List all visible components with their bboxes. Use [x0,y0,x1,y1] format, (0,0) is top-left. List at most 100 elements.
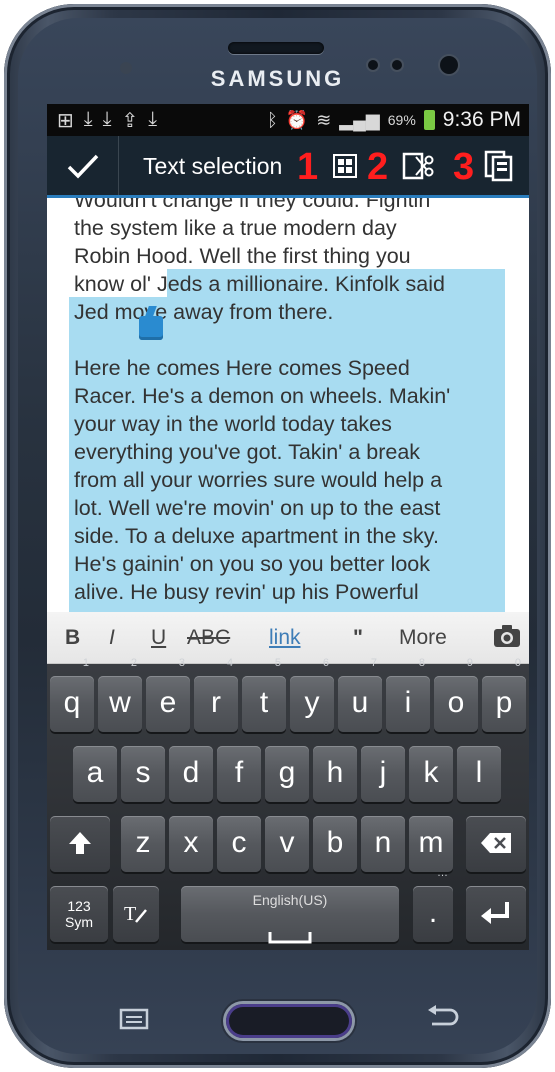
bluetooth-icon: ᛒ [266,109,278,130]
quote-button[interactable]: " [353,626,363,650]
underline-button[interactable]: U [151,626,166,650]
key-y[interactable]: 6y [290,658,334,732]
space-key[interactable]: English(US) [181,886,399,944]
text-line: everything you've got. Takin' a break [74,440,421,464]
key-l[interactable]: l [457,746,501,802]
key-c[interactable]: c [217,816,261,872]
text-line: the system like a true modern day [74,216,397,240]
text-selection-action-bar: Text selection 1 2 3 [47,136,529,198]
key-i[interactable]: 8i [386,658,430,732]
brand-logo: SAMSUNG [210,66,345,91]
text-line: know ol' Jeds a millionaire. Kinfolk sai… [74,272,445,296]
battery-icon [423,110,435,130]
space-language-label: English(US) [252,892,328,908]
text-line: from all your worries sure would help a [74,468,443,492]
clock: 9:36 PM [442,108,521,131]
text-line: He's gainin' on you so you better look [74,552,431,576]
key-h[interactable]: h [313,746,357,802]
backspace-key[interactable] [466,816,526,872]
strikethrough-button[interactable]: ABC [187,626,230,650]
checkmark-icon [67,154,98,179]
light-sensor [392,60,402,70]
annotation-number-2: 2 [367,146,389,188]
bold-button[interactable]: B [65,626,80,650]
proximity-sensor [368,60,378,70]
key-b[interactable]: b [313,816,357,872]
text-line: side. To a deluxe apartment in the sky. [74,524,439,548]
symbols-key[interactable]: 123 Sym [50,886,108,942]
plus-icon: ⊞ [57,110,74,132]
text-tools-key[interactable]: T [113,886,159,942]
notification-led [120,62,132,74]
shift-arrow-icon [69,832,91,854]
system-icons: ᛒ ⏰ ≋ ▂▄▆ 69% 9:36 PM [267,108,521,132]
text-line: alive. He busy revin' up his Powerful [74,580,419,604]
key-v[interactable]: v [265,816,309,872]
key-j[interactable]: j [361,746,405,802]
key-g[interactable]: g [265,746,309,802]
cut-icon [402,152,434,180]
download-icon: ⤓ [102,108,112,130]
key-k[interactable]: k [409,746,453,802]
period-key[interactable]: …. [413,868,453,942]
text-line: lot. Well we're movin' on up to the east [74,496,441,520]
annotation-number-3: 3 [453,146,475,188]
enter-key[interactable] [466,886,526,942]
key-s[interactable]: s [121,746,165,802]
action-bar-title: Text selection [143,153,283,179]
link-button[interactable]: link [269,626,301,650]
text-line: Here he comes Here comes Speed [74,356,410,380]
key-r[interactable]: 4r [194,658,238,732]
key-p[interactable]: 0p [482,658,526,732]
select-all-icon [333,154,357,178]
backspace-icon [481,833,511,853]
back-key[interactable] [422,1004,462,1034]
screen: ⊞ ⤓ ⤓ ⇪ ⤓ ᛒ ⏰ ≋ ▂▄▆ 69% 9:36 PM Text sel… [47,104,529,950]
cut-button[interactable] [401,148,437,184]
key-n[interactable]: n [361,816,405,872]
signal-icon: ▂▄▆ [339,109,380,130]
back-arrow-icon [428,1005,459,1026]
space-bar-icon [268,932,312,944]
more-button[interactable]: More [399,626,447,650]
select-all-button[interactable] [327,148,363,184]
text-line: Jed move away from there. [74,300,334,324]
download-icon: ⤓ [148,108,158,130]
text-line: Robin Hood. Well the first thing you [74,244,411,268]
battery-percent: 69% [387,112,416,128]
italic-button[interactable]: I [109,626,115,650]
key-m[interactable]: m [409,816,453,872]
key-t[interactable]: 5t [242,658,286,732]
shift-key[interactable] [50,816,110,872]
enter-arrow-icon [481,902,509,924]
done-check-button[interactable] [47,136,119,195]
key-x[interactable]: x [169,816,213,872]
text-line: your way in the world today takes [74,412,392,436]
key-f[interactable]: f [217,746,261,802]
key-o[interactable]: 9o [434,658,478,732]
keyboard: 1q 2w 3e 4r 5t 6y 7u 8i 9o 0p a s d f g … [47,658,529,950]
front-camera [440,56,458,74]
text-pen-icon: T [124,903,147,925]
selection-start-handle[interactable] [139,306,163,340]
camera-button[interactable] [493,624,521,654]
earpiece-speaker [228,42,324,54]
key-z[interactable]: z [121,816,165,872]
key-u[interactable]: 7u [338,658,382,732]
copy-button[interactable] [481,148,517,184]
key-q[interactable]: 1q [50,658,94,732]
key-a[interactable]: a [73,746,117,802]
home-button[interactable] [226,1004,352,1038]
key-w[interactable]: 2w [98,658,142,732]
key-e[interactable]: 3e [146,658,190,732]
notification-icons: ⊞ ⤓ ⤓ ⇪ ⤓ [57,108,157,133]
wifi-icon: ≋ [316,109,332,130]
text-editor[interactable]: Wouldn't change if they could. Fightin' … [47,198,529,612]
text-line: Racer. He's a demon on wheels. Makin' [74,384,451,408]
upload-icon: ⇪ [121,110,139,132]
format-toolbar: B I U ABC link " More [47,612,529,664]
menu-key[interactable] [116,1008,152,1034]
menu-icon [119,1008,149,1030]
svg-text:T: T [124,903,136,925]
key-d[interactable]: d [169,746,213,802]
